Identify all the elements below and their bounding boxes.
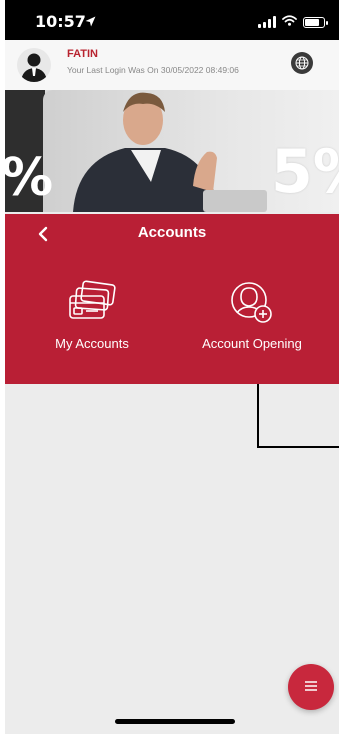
account-opening-label: Account Opening	[202, 336, 302, 351]
globe-icon[interactable]	[291, 52, 313, 74]
page-title: Accounts	[137, 224, 207, 241]
last-login-text: Your Last Login Was On 30/05/2022 08:49:…	[67, 65, 239, 75]
my-accounts-button[interactable]: My Accounts	[17, 280, 167, 351]
username: FATIN	[67, 48, 98, 60]
battery-icon	[303, 16, 328, 28]
signal-icon	[258, 16, 276, 28]
account-opening-button[interactable]: Account Opening	[177, 280, 327, 351]
avatar[interactable]	[17, 48, 51, 82]
home-indicator[interactable]	[115, 719, 235, 724]
app-screen: 10:57 FATIN Your Last Login Was On 30/05…	[5, 0, 339, 734]
status-time: 10:57	[35, 12, 86, 31]
user-add-icon	[225, 280, 279, 328]
my-accounts-label: My Accounts	[55, 336, 129, 351]
overlay-line	[257, 384, 339, 448]
cards-icon	[65, 280, 119, 328]
promo-percent-right: 5%	[271, 137, 339, 207]
wifi-icon	[282, 13, 297, 31]
accounts-panel: Accounts My Accounts Account Opening	[5, 214, 339, 384]
menu-icon	[304, 678, 318, 696]
menu-fab-button[interactable]	[288, 664, 334, 710]
status-bar: 10:57	[5, 0, 339, 40]
user-header: FATIN Your Last Login Was On 30/05/2022 …	[5, 40, 339, 90]
promo-percent-left: %	[5, 148, 54, 208]
location-arrow-icon	[85, 14, 96, 32]
promo-banner[interactable]: % 5%	[5, 90, 339, 212]
